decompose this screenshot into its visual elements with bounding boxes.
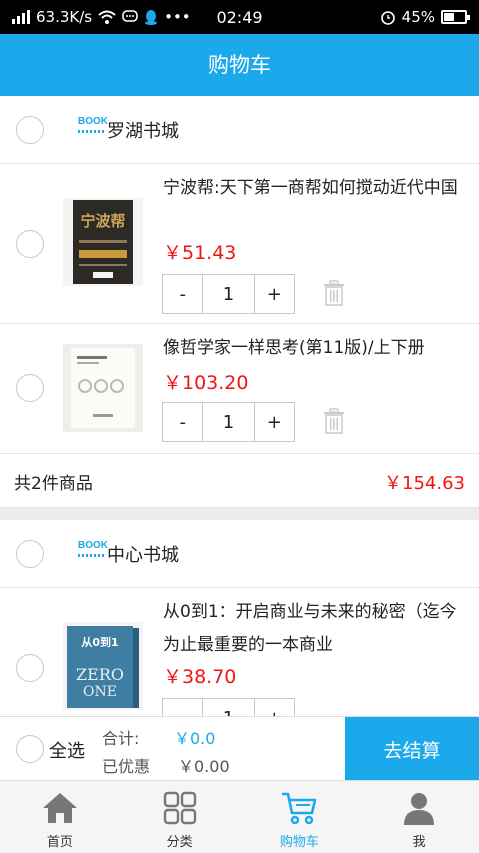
book-cover-image[interactable]: 从0到1 ZERO ONE [63, 622, 143, 710]
store-subtotal: 共2件商品 ￥154.63 [0, 454, 479, 508]
book-cover-one: ONE [83, 684, 117, 700]
item-checkbox[interactable] [16, 374, 44, 402]
store-checkbox[interactable] [16, 116, 44, 144]
user-icon [404, 793, 435, 825]
item-price: ￥103.20 [163, 372, 249, 394]
item-count: 共2件商品 [14, 474, 93, 494]
store-name: 中心书城 [107, 545, 179, 566]
alarm-icon [380, 11, 395, 25]
quantity-value[interactable]: 1 [202, 699, 255, 716]
tab-category[interactable]: 分类 [120, 781, 240, 853]
item-title[interactable]: 像哲学家一样思考(第11版)/上下册 [163, 332, 469, 365]
status-bar: 63.3K/s ••• 02:49 45% [0, 0, 479, 34]
store-header[interactable]: BOOK 中心书城 [0, 520, 479, 588]
cart-item: 像哲学家一样思考(第11版)/上下册 ￥103.20 - 1 + [0, 324, 479, 454]
book-cover-image[interactable] [63, 344, 143, 432]
increase-button[interactable]: + [255, 699, 294, 717]
discount-value: ￥0.00 [178, 757, 230, 776]
cart-item: 宁波帮 宁波帮:天下第一商帮如何搅动近代中国 ￥51.43 - 1 + [0, 164, 479, 324]
book-cover-title: 宁波帮 [80, 212, 125, 230]
battery-level [444, 13, 454, 21]
home-icon [42, 793, 77, 823]
item-title[interactable]: 从0到1：开启商业与未来的秘密（迄今为止最重要的一本商业 [163, 596, 469, 662]
quantity-stepper: - 1 + [162, 402, 295, 442]
store-total: ￥154.63 [384, 473, 465, 494]
total-label: 合计: [102, 729, 140, 748]
select-all-label[interactable]: 全选 [49, 737, 85, 763]
total-value: ￥0.0 [174, 729, 216, 748]
store-checkbox[interactable] [16, 540, 44, 568]
checkout-button[interactable]: 去结算 [345, 717, 479, 781]
section-divider [0, 508, 479, 520]
item-price: ￥38.70 [163, 666, 237, 688]
quantity-value[interactable]: 1 [202, 275, 255, 313]
quantity-stepper: - 1 + [162, 274, 295, 314]
store-logo: BOOK [78, 116, 108, 140]
quantity-value[interactable]: 1 [202, 403, 255, 441]
book-cover-zero: ZERO [76, 665, 124, 684]
tab-label: 购物车 [279, 835, 319, 850]
book-cover-top: 从0到1 [81, 635, 118, 649]
decrease-button[interactable]: - [163, 403, 202, 441]
discount-label: 已优惠 [102, 757, 151, 776]
item-checkbox[interactable] [16, 230, 44, 258]
increase-button[interactable]: + [255, 403, 294, 441]
checkout-bar: 全选 合计: ￥0.0 已优惠 ￥0.00 去结算 [0, 716, 479, 781]
decrease-button[interactable]: - [163, 275, 202, 313]
page-title: 购物车 [0, 34, 479, 96]
cart-icon [282, 792, 317, 825]
item-price: ￥51.43 [163, 242, 237, 264]
battery-icon [441, 10, 470, 24]
store-logo: BOOK [78, 540, 108, 564]
tab-cart[interactable]: 购物车 [240, 781, 360, 853]
tab-bar: 首页 分类 购物车 我 [0, 780, 479, 853]
tab-label: 分类 [166, 835, 193, 850]
cart-list[interactable]: BOOK 罗湖书城 宁波帮 宁波帮:天下第一商帮如何搅动近代中国 ￥51.43 … [0, 96, 479, 716]
tab-home[interactable]: 首页 [0, 781, 120, 853]
decrease-button[interactable]: - [163, 699, 202, 717]
tab-label: 我 [412, 835, 426, 850]
select-all-checkbox[interactable] [16, 735, 44, 763]
tab-label: 首页 [46, 835, 73, 850]
increase-button[interactable]: + [255, 275, 294, 313]
book-cover-image[interactable]: 宁波帮 [63, 198, 143, 286]
battery-percent: 45% [401, 8, 435, 26]
category-icon [163, 791, 196, 825]
delete-icon[interactable] [322, 408, 346, 434]
item-checkbox[interactable] [16, 654, 44, 682]
store-name: 罗湖书城 [107, 121, 179, 142]
cart-item: 从0到1 ZERO ONE 从0到1：开启商业与未来的秘密（迄今为止最重要的一本… [0, 588, 479, 716]
quantity-stepper: - 1 + [162, 698, 295, 716]
delete-icon[interactable] [322, 280, 346, 306]
tab-me[interactable]: 我 [359, 781, 479, 853]
item-title[interactable]: 宁波帮:天下第一商帮如何搅动近代中国 [163, 172, 469, 205]
store-header[interactable]: BOOK 罗湖书城 [0, 96, 479, 164]
